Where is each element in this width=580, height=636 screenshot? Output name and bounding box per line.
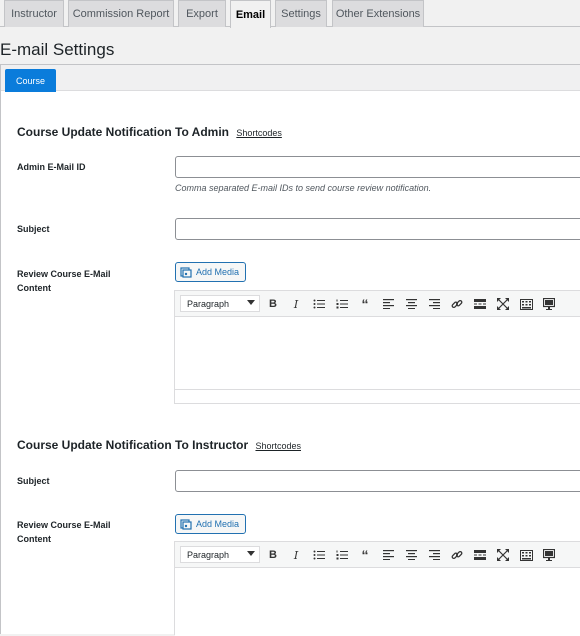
instructor-subject-label: Subject (17, 476, 50, 486)
align-center-icon[interactable] (403, 296, 419, 312)
editor-statusbar (175, 389, 580, 403)
link-icon[interactable] (449, 296, 465, 312)
admin-content-label: Review Course E-Mail Content (17, 269, 111, 293)
add-media-icon (180, 267, 192, 278)
toolbar-toggle-icon[interactable] (518, 296, 534, 312)
link-icon[interactable] (449, 547, 465, 563)
editor-toolbar: Paragraph B I “ (175, 542, 580, 568)
add-media-icon (180, 519, 192, 530)
chevron-down-icon (247, 551, 255, 556)
bullet-list-icon[interactable] (311, 296, 327, 312)
add-media-label: Add Media (196, 519, 240, 529)
italic-icon[interactable]: I (288, 547, 304, 563)
numbered-list-icon[interactable] (334, 296, 350, 312)
align-right-icon[interactable] (426, 547, 442, 563)
sub-tabs: Course (1, 65, 580, 92)
tab-commission-report[interactable]: Commission Report (68, 0, 174, 27)
settings-panel: Course Course Update Notification To Adm… (0, 64, 580, 636)
read-more-icon[interactable] (472, 296, 488, 312)
bullet-list-icon[interactable] (311, 547, 327, 563)
admin-email-field[interactable] (175, 156, 580, 178)
tab-instructor[interactable]: Instructor (4, 0, 64, 27)
align-left-icon[interactable] (380, 296, 396, 312)
italic-icon[interactable]: I (288, 296, 304, 312)
preview-icon[interactable] (541, 296, 557, 312)
tab-other-extensions[interactable]: Other Extensions (332, 0, 424, 27)
nav-tabs: Instructor Commission Report Export Emai… (0, 0, 580, 28)
read-more-icon[interactable] (472, 547, 488, 563)
admin-shortcodes-link[interactable]: Shortcodes (236, 128, 282, 138)
editor-toolbar: Paragraph B I “ (175, 291, 580, 317)
fullscreen-icon[interactable] (495, 296, 511, 312)
tab-export[interactable]: Export (178, 0, 226, 27)
instructor-add-media-button[interactable]: Add Media (175, 514, 246, 534)
format-select[interactable]: Paragraph (180, 295, 260, 312)
fullscreen-icon[interactable] (495, 547, 511, 563)
blockquote-icon[interactable]: “ (357, 296, 373, 312)
tab-settings[interactable]: Settings (275, 0, 327, 27)
instructor-editor-body[interactable] (175, 568, 580, 636)
align-left-icon[interactable] (380, 547, 396, 563)
format-select-value: Paragraph (187, 549, 230, 560)
instructor-subject-field[interactable] (175, 470, 580, 492)
preview-icon[interactable] (541, 547, 557, 563)
instructor-section-heading: Course Update Notification To Instructor (17, 438, 249, 452)
align-right-icon[interactable] (426, 296, 442, 312)
tab-email[interactable]: Email (230, 0, 271, 28)
toolbar-toggle-icon[interactable] (518, 547, 534, 563)
format-select[interactable]: Paragraph (180, 546, 260, 563)
admin-content-editor: Paragraph B I “ (174, 290, 580, 404)
page-title: E-mail Settings (0, 40, 115, 59)
admin-email-description: Comma separated E-mail IDs to send cours… (175, 183, 432, 193)
admin-subject-label: Subject (17, 224, 50, 234)
format-select-value: Paragraph (187, 298, 230, 309)
admin-email-label: Admin E-Mail ID (17, 162, 86, 172)
bold-icon[interactable]: B (265, 547, 281, 563)
instructor-content-editor: Paragraph B I “ (174, 541, 580, 636)
subtab-course[interactable]: Course (5, 69, 56, 92)
admin-editor-body[interactable] (175, 317, 580, 389)
admin-subject-field[interactable] (175, 218, 580, 240)
admin-add-media-button[interactable]: Add Media (175, 262, 246, 282)
admin-section-title: Course Update Notification To Admin Shor… (17, 125, 282, 139)
admin-section-heading: Course Update Notification To Admin (17, 125, 229, 139)
numbered-list-icon[interactable] (334, 547, 350, 563)
add-media-label: Add Media (196, 267, 240, 277)
instructor-section-title: Course Update Notification To Instructor… (17, 438, 301, 452)
chevron-down-icon (247, 300, 255, 305)
bold-icon[interactable]: B (265, 296, 281, 312)
align-center-icon[interactable] (403, 547, 419, 563)
instructor-content-label: Review Course E-Mail Content (17, 520, 111, 544)
instructor-shortcodes-link[interactable]: Shortcodes (255, 441, 301, 451)
blockquote-icon[interactable]: “ (357, 547, 373, 563)
